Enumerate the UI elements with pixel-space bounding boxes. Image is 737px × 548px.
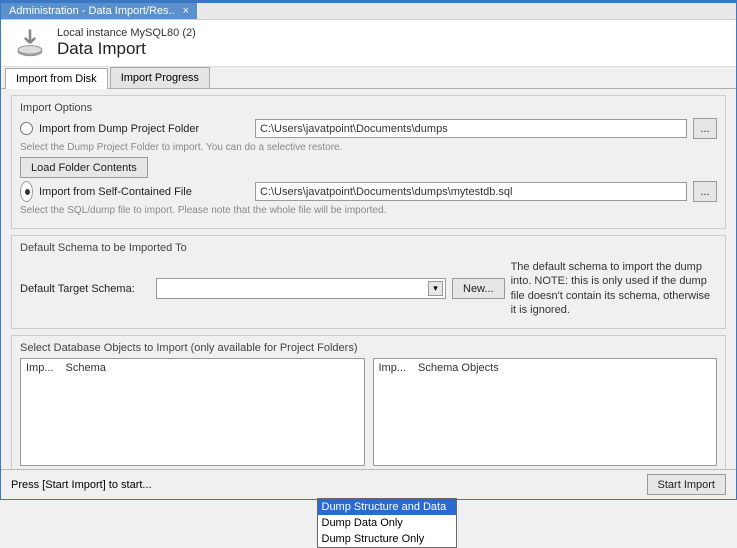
dump-option-structure-only[interactable]: Dump Structure Only (318, 531, 456, 547)
dump-option-data-only[interactable]: Dump Data Only (318, 515, 456, 531)
col-imp2: Imp... (379, 362, 407, 374)
import-icon (13, 26, 47, 60)
col-imp: Imp... (26, 362, 54, 374)
file-hint: Select the SQL/dump file to import. Plea… (20, 205, 717, 216)
radio-self-contained-file[interactable] (20, 181, 33, 202)
tab-import-disk[interactable]: Import from Disk (5, 68, 108, 89)
col-schema: Schema (66, 362, 106, 374)
new-schema-button[interactable]: New... (452, 278, 505, 299)
tab-row: Import from Disk Import Progress (1, 67, 736, 89)
app-tab[interactable]: Administration - Data Import/Res.. × (1, 3, 197, 19)
radio-dump-folder-label: Import from Dump Project Folder (39, 123, 249, 135)
import-options-title: Import Options (20, 102, 717, 114)
browse-folder-button[interactable]: ... (693, 118, 717, 139)
default-schema-group: Default Schema to be Imported To Default… (11, 235, 726, 329)
browse-file-button[interactable]: ... (693, 181, 717, 202)
page-header: Local instance MySQL80 (2) Data Import (1, 20, 736, 67)
schema-objects-listbox[interactable]: Imp... Schema Objects (373, 358, 718, 466)
tab-import-progress[interactable]: Import Progress (110, 67, 210, 88)
schema-note: The default schema to import the dump in… (511, 260, 717, 317)
header-subtitle: Local instance MySQL80 (2) (57, 27, 196, 39)
page-title: Data Import (57, 39, 196, 59)
folder-hint: Select the Dump Project Folder to import… (20, 142, 717, 153)
radio-self-contained-file-label: Import from Self-Contained File (39, 186, 249, 198)
default-schema-title: Default Schema to be Imported To (20, 242, 717, 254)
start-import-button[interactable]: Start Import (647, 474, 726, 495)
close-icon[interactable]: × (183, 5, 189, 17)
app-tab-title: Administration - Data Import/Res.. (9, 5, 175, 17)
import-options-group: Import Options Import from Dump Project … (11, 95, 726, 229)
app-tab-row: Administration - Data Import/Res.. × (1, 3, 736, 20)
self-contained-file-input[interactable] (255, 182, 687, 201)
radio-dump-folder[interactable] (20, 122, 33, 135)
status-text: Press [Start Import] to start... (11, 479, 152, 491)
chevron-down-icon: ▾ (428, 281, 443, 296)
dump-option-structure-data[interactable]: Dump Structure and Data (318, 499, 456, 515)
default-schema-select[interactable]: ▾ (156, 278, 446, 299)
dump-type-options: Dump Structure and Data Dump Data Only D… (317, 498, 457, 548)
select-objects-title: Select Database Objects to Import (only … (20, 342, 717, 354)
select-objects-group: Select Database Objects to Import (only … (11, 335, 726, 471)
dump-folder-path-input[interactable] (255, 119, 687, 138)
status-bar: Press [Start Import] to start... Start I… (1, 469, 736, 499)
col-schema-objects: Schema Objects (418, 362, 499, 374)
load-folder-contents-button[interactable]: Load Folder Contents (20, 157, 148, 178)
default-target-schema-label: Default Target Schema: (20, 283, 150, 295)
schema-listbox[interactable]: Imp... Schema (20, 358, 365, 466)
